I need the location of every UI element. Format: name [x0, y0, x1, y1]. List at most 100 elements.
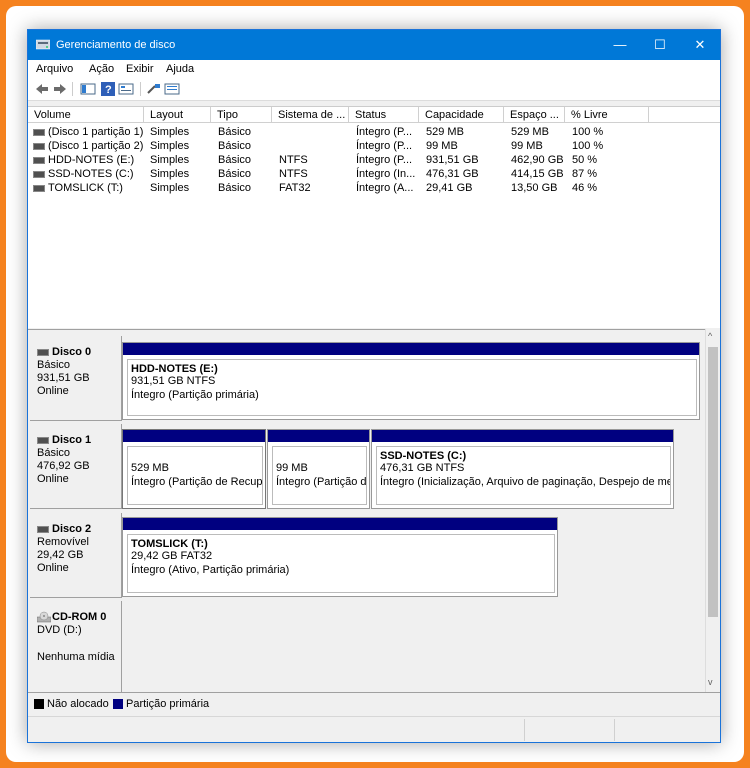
- partition-hdd-notes[interactable]: HDD-NOTES (E:) 931,51 GB NTFS Íntegro (P…: [122, 342, 700, 420]
- legend-unallocated-label: Não alocado: [47, 698, 109, 710]
- menu-bar: Arquivo Ação Exibir Ajuda: [28, 60, 720, 78]
- forward-arrow-icon[interactable]: [52, 81, 68, 97]
- menu-exibir[interactable]: Exibir: [126, 63, 154, 75]
- status-cell: Íntegro (P...: [356, 126, 413, 138]
- volume-cell: TOMSLICK (T:): [33, 181, 123, 195]
- table-row[interactable]: TOMSLICK (T:) Simples Básico FAT32 Ínteg…: [28, 181, 720, 195]
- minimize-button[interactable]: —: [600, 30, 640, 60]
- tipo-cell: Básico: [218, 182, 252, 194]
- list-icon[interactable]: [164, 81, 180, 97]
- connect-icon[interactable]: [146, 81, 162, 97]
- partition-status: Íntegro (Partição primária): [131, 389, 259, 401]
- partition-status: Íntegro (Partição de Sistema EFI): [276, 476, 367, 488]
- table-row[interactable]: (Disco 1 partição 1) Simples Básico Ínte…: [28, 125, 720, 139]
- disk-name: Disco 0: [52, 346, 92, 358]
- partition-efi[interactable]: 99 MB Íntegro (Partição de Sistema EFI): [267, 429, 370, 509]
- disk-management-app-icon: [36, 39, 50, 50]
- column-header-volume[interactable]: Volume: [28, 107, 144, 123]
- primary-partition-bar: [123, 343, 699, 355]
- tipo-cell: Básico: [218, 154, 252, 166]
- sistema-cell: NTFS: [279, 168, 308, 180]
- partition-size: 29,42 GB FAT32: [131, 550, 213, 562]
- volume-icon: [33, 184, 45, 192]
- status-divider: [614, 719, 615, 741]
- disk-icon: [37, 348, 49, 356]
- layout-cell: Simples: [150, 182, 190, 194]
- partition-recovery[interactable]: 529 MB Íntegro (Partição de Recuperação): [122, 429, 266, 509]
- partition-status: Íntegro (Partição de Recuperação): [131, 476, 263, 488]
- partition-tomslick[interactable]: TOMSLICK (T:) 29,42 GB FAT32 Íntegro (At…: [122, 517, 558, 597]
- disk-name: Disco 1: [52, 434, 92, 446]
- espaco-cell: 13,50 GB: [511, 182, 558, 194]
- menu-acao[interactable]: Ação: [89, 63, 114, 75]
- primary-partition-swatch: [113, 699, 123, 709]
- scroll-down-arrow-icon[interactable]: v: [708, 677, 713, 687]
- partition-name: SSD-NOTES (C:): [380, 450, 467, 462]
- partition-size: 931,51 GB NTFS: [131, 375, 216, 387]
- column-header-capacidade[interactable]: Capacidade: [419, 107, 504, 123]
- disk-type: Básico: [37, 359, 71, 371]
- disk-type: Removível: [37, 536, 89, 548]
- partition-size: 476,31 GB NTFS: [380, 462, 465, 474]
- column-header-espaco[interactable]: Espaço ...: [504, 107, 565, 123]
- partition-size: 99 MB: [276, 462, 308, 474]
- disk-state: Online: [37, 473, 69, 485]
- properties-icon[interactable]: [118, 81, 134, 97]
- maximize-button[interactable]: ☐: [640, 30, 680, 60]
- espaco-cell: 99 MB: [511, 140, 543, 152]
- column-header-livre[interactable]: % Livre: [565, 107, 649, 123]
- layout-cell: Simples: [150, 154, 190, 166]
- tipo-cell: Básico: [218, 168, 252, 180]
- column-header-layout[interactable]: Layout: [144, 107, 211, 123]
- back-arrow-icon[interactable]: [34, 81, 50, 97]
- table-row[interactable]: (Disco 1 partição 2) Simples Básico Ínte…: [28, 139, 720, 153]
- cdrom-0-label[interactable]: CD-ROM 0 DVD (D:) Nenhuma mídia: [30, 601, 122, 693]
- column-header-status[interactable]: Status: [349, 107, 419, 123]
- layout-cell: Simples: [150, 126, 190, 138]
- status-cell: Íntegro (P...: [356, 140, 413, 152]
- disk-0-label[interactable]: Disco 0 Básico 931,51 GB Online: [30, 336, 122, 421]
- disk-map-scrollbar[interactable]: ^ v: [705, 329, 720, 692]
- menu-arquivo[interactable]: Arquivo: [36, 63, 73, 75]
- volume-list: Volume Layout Tipo Sistema de ... Status…: [28, 106, 720, 328]
- status-cell: Íntegro (P...: [356, 154, 413, 166]
- scrollbar-thumb[interactable]: [708, 347, 718, 617]
- volume-name: TOMSLICK (T:): [48, 182, 123, 194]
- partition-body: TOMSLICK (T:) 29,42 GB FAT32 Íntegro (At…: [127, 534, 555, 593]
- partition-body: 99 MB Íntegro (Partição de Sistema EFI): [272, 446, 367, 505]
- partition-size: 529 MB: [131, 462, 169, 474]
- cd-drive-icon: [36, 611, 52, 623]
- menu-ajuda[interactable]: Ajuda: [166, 63, 194, 75]
- disk-icon: [37, 525, 49, 533]
- volume-name: (Disco 1 partição 1): [48, 126, 144, 138]
- disk-state: Online: [37, 385, 69, 397]
- help-icon[interactable]: ?: [100, 81, 116, 97]
- table-row[interactable]: HDD-NOTES (E:) Simples Básico NTFS Ínteg…: [28, 153, 720, 167]
- primary-partition-bar: [372, 430, 673, 442]
- volume-cell: HDD-NOTES (E:): [33, 153, 134, 167]
- disk-state: Online: [37, 562, 69, 574]
- capacidade-cell: 99 MB: [426, 140, 458, 152]
- disk-management-window: Gerenciamento de disco — ☐ ✕ Arquivo Açã…: [27, 29, 721, 743]
- table-row[interactable]: SSD-NOTES (C:) Simples Básico NTFS Ínteg…: [28, 167, 720, 181]
- disk-1-label[interactable]: Disco 1 Básico 476,92 GB Online: [30, 424, 122, 509]
- toolbar: ?: [28, 78, 720, 101]
- livre-cell: 100 %: [572, 126, 604, 138]
- toolbar-separator: [72, 82, 73, 96]
- column-header-tipo[interactable]: Tipo: [211, 107, 272, 123]
- console-icon[interactable]: [80, 81, 96, 97]
- disk-name: CD-ROM 0: [52, 611, 107, 623]
- capacidade-cell: 29,41 GB: [426, 182, 473, 194]
- legend-primary-label: Partição primária: [126, 698, 210, 710]
- layout-cell: Simples: [150, 140, 190, 152]
- partition-body-selected: 529 MB Íntegro (Partição de Recuperação): [127, 446, 263, 505]
- disk-2-label[interactable]: Disco 2 Removível 29,42 GB Online: [30, 513, 122, 598]
- close-button[interactable]: ✕: [680, 30, 720, 60]
- column-header-sistema[interactable]: Sistema de ...: [272, 107, 349, 123]
- scroll-up-arrow-icon[interactable]: ^: [708, 331, 712, 341]
- status-divider: [524, 719, 525, 741]
- sistema-cell: FAT32: [279, 182, 311, 194]
- status-bar: [28, 716, 720, 742]
- column-header-empty: [649, 107, 720, 123]
- partition-ssd-notes[interactable]: SSD-NOTES (C:) 476,31 GB NTFS Íntegro (I…: [371, 429, 674, 509]
